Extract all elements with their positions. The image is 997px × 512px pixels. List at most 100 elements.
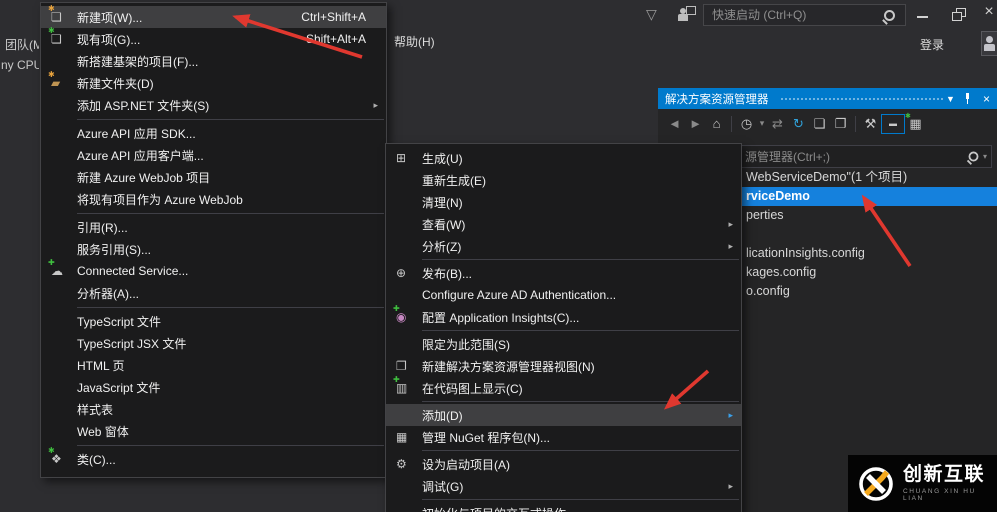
menu-item[interactable]: Configure Azure AD Authentication... [386,284,741,306]
close-button[interactable]: × [981,3,997,23]
show-all-files-icon[interactable]: ▦ ✱ [905,113,926,134]
menu-item-label: 设为启动项目(A) [422,457,510,472]
dropdown-icon[interactable]: ▾ [757,114,767,134]
toolbar-separator [731,115,732,132]
watermark-subtitle: CHUANG XIN HU LIAN [903,487,976,502]
menu-item[interactable]: TypeScript JSX 文件 [41,332,386,354]
wrench-icon[interactable]: ⚒ [860,114,881,134]
menu-icon-gutter [396,335,422,353]
submenu-arrow-icon: ▸ [728,240,733,251]
sync-icon[interactable]: ⇄ [767,114,788,134]
menu-item-label: JavaScript 文件 [77,380,161,395]
minimize-button[interactable] [913,12,931,22]
notifications-funnel-icon[interactable]: ▽ [646,6,657,23]
visual-studio-window: ▽ × 帮助(H) 登录 团队(M ny CPU 解决方案资源管理器 ▼ × ◄… [0,0,997,512]
preview-toggle-icon[interactable]: ▬ [881,113,905,134]
menu-item[interactable]: HTML 页 [41,354,386,376]
menu-item[interactable]: 分析器(A)... [41,282,386,304]
menu-item[interactable]: 重新生成(E) [386,169,741,191]
menu-item[interactable]: 分析(Z) ▸ [386,235,741,257]
menu-item[interactable]: 限定为此范围(S) [386,333,741,355]
menu-item[interactable]: ▦ 管理 NuGet 程序包(N)... [386,426,741,448]
menu-item[interactable]: 引用(R)... [41,216,386,238]
menu-item[interactable]: ☁ ✚ Connected Service... [41,259,386,282]
menu-item[interactable]: 初始化与项目的交互式操作 [386,502,741,512]
quick-launch-input[interactable] [704,8,884,22]
menu-item[interactable]: ❏ ✱ 新建项(W)... Ctrl+Shift+A [41,4,386,28]
properties-page-icon[interactable]: ❐ [830,114,851,134]
search-dropdown-icon[interactable]: ▾ [983,152,987,161]
menu-item-label: HTML 页 [77,358,125,373]
menu-item-label: 限定为此范围(S) [422,337,510,352]
menu-item[interactable]: 新搭建基架的项目(F)... [41,50,386,72]
project-context-menu: ⊞ 生成(U) 重新生成(E) 清理(N) 查看(W) ▸ 分析(Z) ▸ ⊕ 发布(B)... C… [385,143,742,512]
menu-item-label: 样式表 [77,402,114,417]
menu-icon-gutter [396,215,422,233]
back-icon[interactable]: ◄ [664,114,685,134]
menu-item[interactable]: ▥ ✚ 在代码图上显示(C) [386,375,741,399]
menu-item[interactable]: 新建 Azure WebJob 项目 [41,166,386,188]
menu-item[interactable]: Azure API 应用客户端... [41,144,386,166]
menu-item[interactable]: ❐ 新建解决方案资源管理器视图(N) [386,355,741,377]
window-position-chevron-icon[interactable]: ▼ [943,88,958,109]
menu-item[interactable]: 调试(G) ▸ [386,475,741,497]
menu-item[interactable]: TypeScript 文件 [41,310,386,332]
sign-in-link[interactable]: 登录 [920,36,944,53]
menubar-item-help[interactable]: 帮助(H) [394,33,435,50]
refresh-icon[interactable]: ↻ [788,114,809,134]
menu-item[interactable]: JavaScript 文件 [41,376,386,398]
watermark-logo-icon [859,466,893,501]
menu-item[interactable]: ❖ ✱ 类(C)... [41,447,386,470]
menu-item-label: Configure Azure AD Authentication... [422,288,617,302]
menu-separator [77,118,384,120]
menu-item[interactable]: 样式表 [41,398,386,420]
menu-icon-gutter [51,284,77,302]
menu-item[interactable]: 服务引用(S)... [41,238,386,260]
menu-icon-gutter [51,422,77,440]
menu-item[interactable]: 添加(D) ▸ [386,404,741,426]
feedback-icon[interactable] [678,6,696,22]
quick-launch-box[interactable] [703,4,906,26]
menu-separator [77,306,384,308]
menu-item[interactable]: ⚙ 设为启动项目(A) [386,453,741,475]
menu-item[interactable]: Azure API 应用 SDK... [41,122,386,144]
menu-item[interactable]: ❏ ✱ 现有项(G)... Shift+Alt+A [41,26,386,50]
code-map-icon: ▥ ✚ [393,375,408,395]
collapse-all-icon[interactable]: ❏ [809,114,830,134]
nuget-icon: ▦ [396,430,408,444]
new-item-icon: ❏ ✱ [48,4,62,24]
menu-icon-gutter [51,356,77,374]
menu-item-label: 引用(R)... [77,220,128,235]
menubar-item-team[interactable]: 团队(M [5,36,39,53]
menu-item[interactable]: ▰ ✱ 新建文件夹(D) [41,70,386,94]
menu-item[interactable]: 清理(N) [386,191,741,213]
menu-icon-gutter [51,218,77,236]
menu-item[interactable]: 查看(W) ▸ [386,213,741,235]
menu-item[interactable]: ⊞ 生成(U) [386,147,741,169]
menu-item[interactable]: 添加 ASP.NET 文件夹(S) ▸ [41,94,386,116]
home-icon[interactable]: ⌂ [706,114,727,134]
menu-item-label: 查看(W) [422,217,466,232]
menu-icon-gutter [396,504,422,512]
menu-separator [77,212,384,214]
drag-handle-dots [780,96,945,102]
forward-icon[interactable]: ► [685,114,706,134]
menu-separator [77,444,384,446]
menu-item-label: 初始化与项目的交互式操作 [422,505,566,512]
restore-button[interactable] [949,6,967,22]
search-icon [884,9,895,21]
menu-item[interactable]: ⊕ 发布(B)... [386,262,741,284]
menu-icon-gutter [396,171,422,189]
menu-item[interactable]: ◉ ✚ 配置 Application Insights(C)... [386,305,741,328]
platform-dropdown[interactable]: ny CPU [1,58,39,72]
history-icon[interactable]: ◷ [736,114,757,134]
menu-item[interactable]: 将现有项目作为 Azure WebJob [41,188,386,210]
panel-close-icon[interactable]: × [979,88,994,109]
account-avatar[interactable] [981,31,997,56]
pin-icon[interactable] [960,88,975,109]
menu-item[interactable]: Web 窗体 [41,420,386,442]
menu-item-label: 类(C)... [77,452,116,467]
new-folder-icon: ▰ ✱ [48,70,61,90]
existing-item-icon: ❏ ✱ [48,26,62,46]
menu-item-label: 分析(Z) [422,239,462,254]
